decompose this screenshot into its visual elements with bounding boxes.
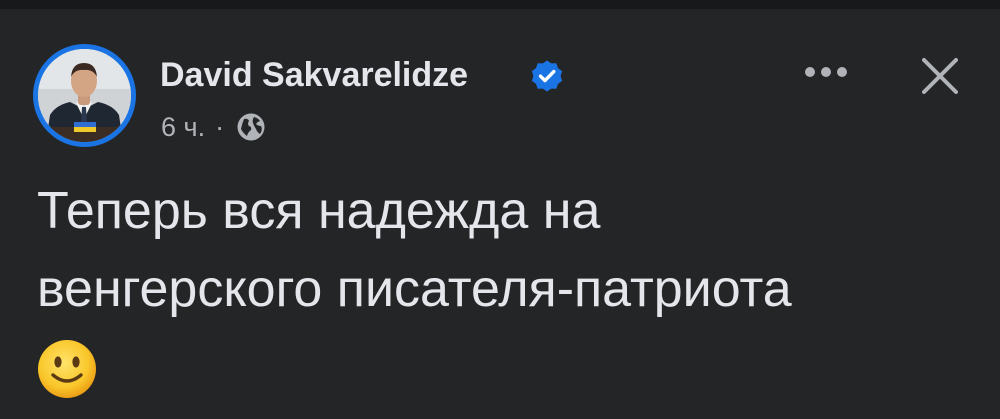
verified-badge-icon [531,60,563,92]
post-meta: 6 ч. · [161,110,266,144]
globe-icon[interactable] [236,112,266,142]
top-divider [0,0,1000,9]
author-name[interactable]: David Sakvarelidze [160,55,468,95]
post-timestamp[interactable]: 6 ч. [161,112,205,143]
close-icon [922,58,958,94]
author-avatar[interactable] [33,44,136,147]
close-button[interactable] [912,48,968,104]
post-text-line: Теперь вся надежда на [37,182,601,240]
more-horizontal-icon [805,67,847,77]
slightly-smiling-face-icon [38,340,96,398]
post-text-line: венгерского писателя-патриота [37,260,792,318]
more-options-button[interactable] [796,52,856,92]
avatar-photo [38,49,131,142]
post-text: Теперь вся надежда на венгерского писате… [37,172,977,328]
meta-separator: · [215,111,225,142]
